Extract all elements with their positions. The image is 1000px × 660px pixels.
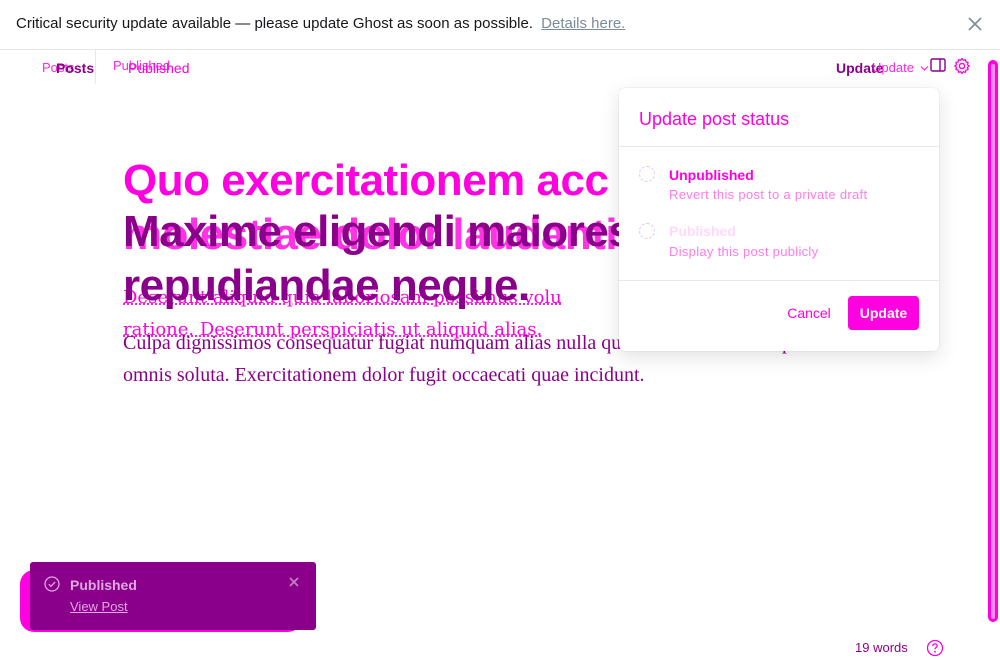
banner-details-link[interactable]: Details here. [541,15,625,32]
option-unpublished-description: Revert this post to a private draft [669,187,868,202]
published-toast: Published View Post [30,562,316,630]
sidebar-toggle-icon[interactable] [930,58,946,72]
published-radio[interactable] [639,223,655,239]
cancel-button[interactable]: Cancel [779,296,839,330]
unpublished-radio[interactable] [639,166,655,182]
breadcrumb-divider [95,50,96,84]
option-unpublished-label[interactable]: Unpublished [669,167,754,183]
ghost-update-text: Update [872,60,914,75]
popover-title: Update post status [639,109,790,129]
toast-title: Published [70,577,137,593]
scrollbar-track [991,64,995,619]
post-status-label: Published [128,60,190,76]
update-status-popover: Update post status Unpublished Revert th… [619,88,939,351]
update-button[interactable]: Update [848,296,919,330]
option-published-description: Display this post publicly [669,244,819,259]
word-count: 19 words [855,640,908,655]
close-icon[interactable] [288,576,300,588]
help-icon[interactable] [926,639,944,657]
chevron-down-icon [920,66,928,71]
popover-footer-divider [619,280,939,281]
ghost-title-line1: Quo exercitationem acc [123,156,609,205]
breadcrumb-posts-link[interactable]: Posts [56,60,94,76]
view-post-link[interactable]: View Post [70,599,128,614]
banner-message-text: Critical security update available — ple… [16,15,533,32]
banner-message: Critical security update available — ple… [16,15,625,32]
close-icon[interactable] [966,15,984,33]
check-circle-icon [44,576,60,592]
gear-icon[interactable] [953,57,971,75]
option-published-label[interactable]: Published [669,223,736,239]
security-banner: Critical security update available — ple… [0,0,1000,50]
ghost-update-label: Update [872,60,929,75]
popover-divider [619,146,939,147]
